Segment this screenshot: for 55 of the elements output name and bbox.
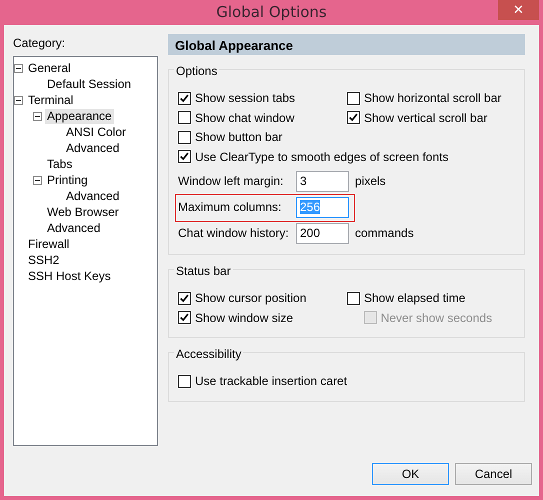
group-title: Accessibility — [174, 347, 244, 361]
checkbox-label: Use trackable insertion caret — [195, 373, 348, 390]
dialog-button[interactable]: OK — [372, 463, 449, 485]
field-label: Chat window history: — [178, 225, 290, 242]
checkbox[interactable] — [347, 292, 360, 305]
category-label: Category: — [13, 35, 66, 52]
checkbox[interactable] — [178, 111, 191, 124]
checkbox[interactable] — [178, 311, 191, 324]
collapse-icon[interactable] — [33, 112, 42, 120]
tree-item[interactable]: SSH2 — [26, 252, 62, 268]
tree-item[interactable]: Advanced — [45, 220, 102, 236]
checkbox-label: Show vertical scroll bar — [364, 110, 488, 127]
checkbox[interactable] — [178, 292, 191, 305]
tree-item[interactable]: Printing — [45, 172, 90, 188]
tree-item[interactable]: Appearance — [45, 108, 114, 124]
checkbox-label: Show cursor position — [195, 290, 306, 308]
collapse-icon[interactable] — [14, 64, 23, 72]
checkbox-label: Show session tabs — [195, 90, 296, 108]
unit-label: pixels — [355, 173, 386, 190]
checkbox[interactable] — [178, 374, 191, 388]
dialog-button[interactable]: Cancel — [455, 463, 532, 485]
checkbox-label: Never show seconds — [380, 310, 492, 327]
tree-item[interactable]: Advanced — [64, 188, 122, 204]
checkbox[interactable] — [347, 111, 360, 124]
input-field[interactable]: 200 — [296, 222, 349, 244]
tree-item[interactable]: Tabs — [45, 156, 74, 172]
panel-title: Global Appearance — [168, 34, 525, 55]
tree-item[interactable]: Terminal — [26, 92, 76, 108]
collapse-icon[interactable] — [33, 176, 42, 184]
checkbox[interactable] — [347, 92, 360, 105]
collapse-icon[interactable] — [14, 96, 23, 104]
group-title: Status bar — [174, 264, 233, 278]
tree-item[interactable]: Advanced — [64, 140, 122, 156]
unit-label: commands — [355, 225, 414, 242]
tree-item[interactable]: Default Session — [45, 76, 134, 92]
checkbox-label: Show horizontal scroll bar — [364, 90, 502, 108]
input-field[interactable]: 3 — [296, 170, 349, 192]
checkbox[interactable] — [178, 92, 191, 105]
tree-item[interactable]: Web Browser — [45, 204, 121, 220]
tree-item[interactable]: SSH Host Keys — [26, 268, 113, 284]
window-title: Global Options — [216, 2, 327, 24]
tree-item[interactable]: Firewall — [26, 236, 72, 252]
tree-item[interactable]: General — [26, 60, 73, 76]
field-label: Maximum columns: — [178, 199, 282, 216]
field-label: Window left margin: — [178, 173, 284, 190]
checkbox-label: Show window size — [195, 310, 294, 327]
checkbox-label: Show elapsed time — [364, 290, 466, 308]
checkbox[interactable] — [178, 130, 191, 144]
checkbox[interactable] — [178, 150, 191, 164]
checkbox-label: Show chat window — [195, 110, 294, 127]
tree-item[interactable]: ANSI Color — [64, 124, 128, 140]
group-title: Options — [174, 64, 220, 78]
checkbox-label: Show button bar — [195, 129, 282, 146]
close-button[interactable]: ✕ — [498, 0, 539, 20]
checkbox-label: Use ClearType to smooth edges of screen fonts — [195, 148, 448, 166]
